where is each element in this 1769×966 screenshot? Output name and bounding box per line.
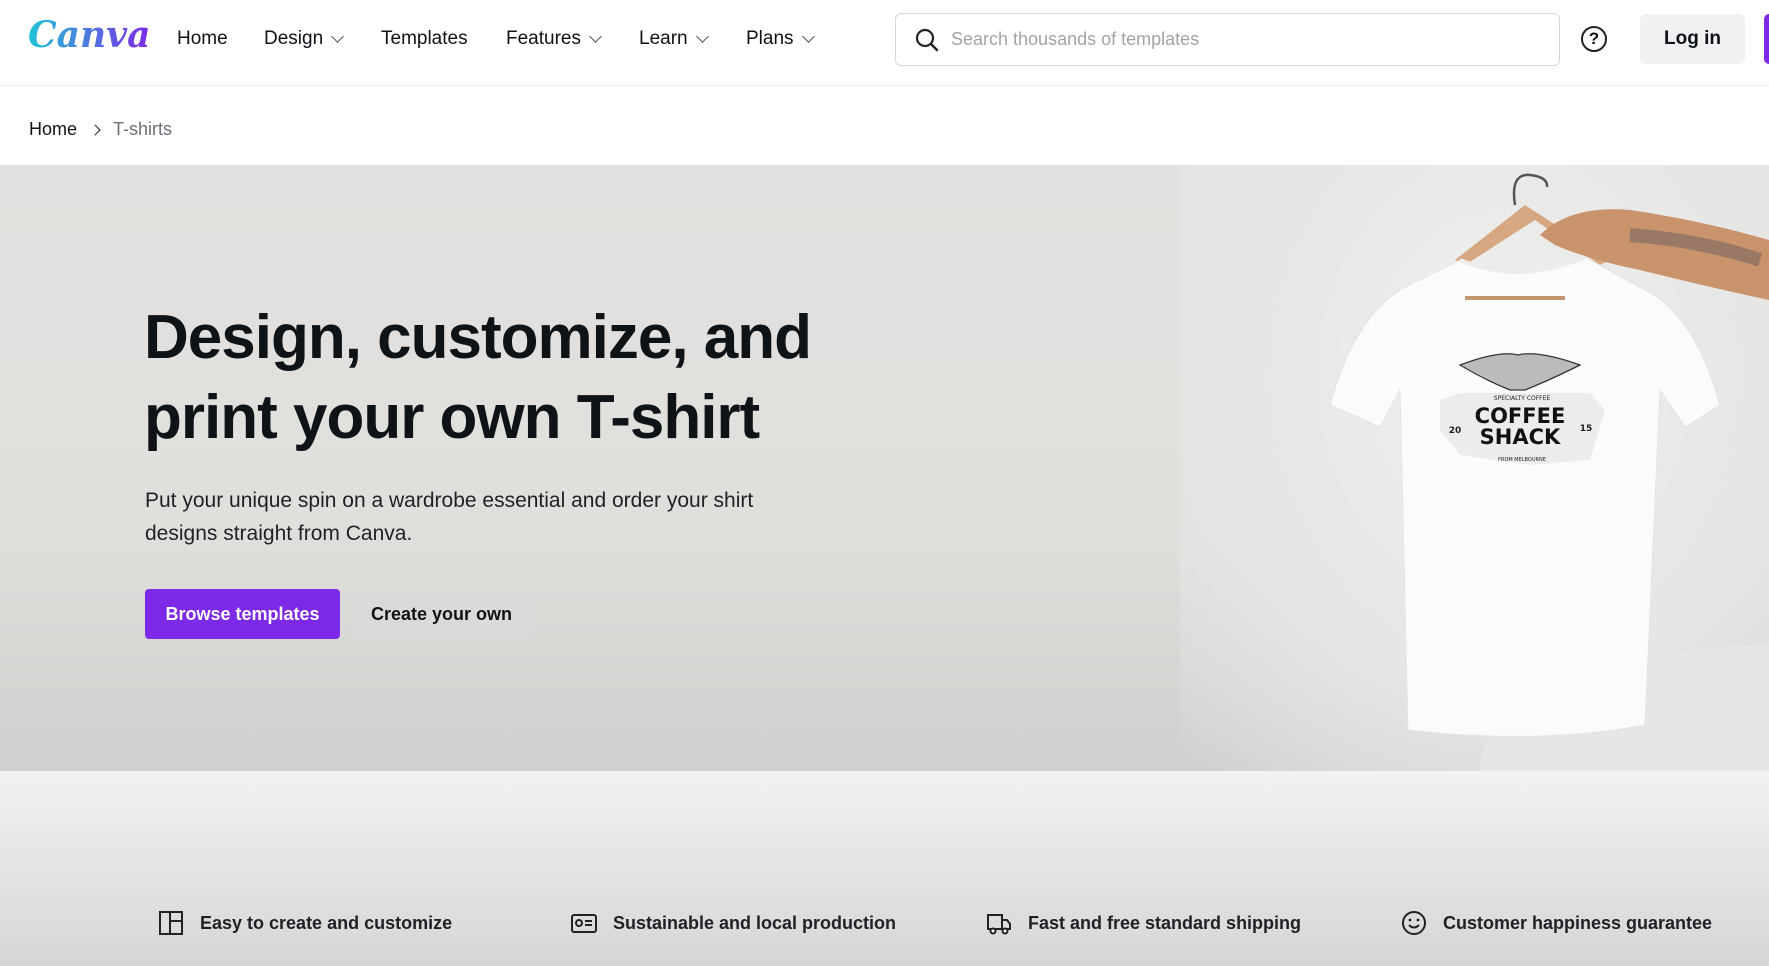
feature-item: Fast and free standard shipping <box>986 910 1301 936</box>
nav-label: Design <box>264 28 324 49</box>
features-strip <box>0 771 1769 966</box>
print-text: SHACK <box>1480 425 1561 449</box>
hero-title-line: print your own T-shirt <box>144 383 760 452</box>
chevron-down-icon <box>801 30 815 43</box>
nav-label: Features <box>506 28 581 49</box>
feature-item: Sustainable and local production <box>571 910 896 936</box>
breadcrumb-current: T-shirts <box>113 119 173 139</box>
print-text: 15 <box>1580 424 1593 434</box>
nav-templates[interactable]: Templates <box>381 28 468 50</box>
chevron-down-icon <box>589 30 602 43</box>
top-nav: Canva Home Design Templates Features Lea… <box>0 0 1769 86</box>
nav-label: Templates <box>381 28 468 49</box>
hero-section: SPECIALTY COFFEE COFFEE SHACK 20 15 FROM… <box>0 165 1769 771</box>
feature-label: Customer happiness guarantee <box>1443 912 1713 933</box>
breadcrumb: Home T-shirts <box>29 119 172 140</box>
search-box[interactable] <box>895 13 1560 66</box>
print-text: SPECIALTY COFFEE <box>1494 395 1551 402</box>
nav-home[interactable]: Home <box>177 28 228 50</box>
feature-label: Fast and free standard shipping <box>1028 912 1302 933</box>
print-text: FROM MELBOURNE <box>1498 457 1546 463</box>
search-input[interactable] <box>951 14 1541 64</box>
nav-label: Plans <box>746 28 794 49</box>
browse-templates-button[interactable]: Browse templates <box>145 589 340 639</box>
nav-learn[interactable]: Learn <box>639 28 709 50</box>
print-text: 20 <box>1449 426 1462 436</box>
chevron-right-icon <box>89 123 101 136</box>
feature-label: Sustainable and local production <box>613 912 897 933</box>
feature-item: Easy to create and customize <box>158 910 452 936</box>
canva-logo[interactable]: Canva <box>28 14 150 56</box>
help-icon[interactable]: ? <box>1581 26 1607 52</box>
tshirt-image: SPECIALTY COFFEE COFFEE SHACK 20 15 FROM… <box>1329 173 1769 737</box>
search-icon <box>915 28 939 52</box>
layout-icon <box>159 911 183 935</box>
chevron-down-icon <box>331 30 345 43</box>
chevron-down-icon <box>695 30 709 43</box>
nav-design[interactable]: Design <box>264 28 345 50</box>
hero-title: Design, customize, and print your own T-s… <box>144 298 1044 458</box>
hero-subtitle: Put your unique spin on a wardrobe essen… <box>145 489 754 545</box>
truck-icon <box>987 914 1011 935</box>
feature-label: Easy to create and customize <box>200 912 453 933</box>
create-your-own-button[interactable]: Create your own <box>351 589 532 639</box>
signup-button[interactable] <box>1764 14 1769 64</box>
id-card-icon <box>571 914 597 933</box>
nav-plans[interactable]: Plans <box>746 28 815 50</box>
feature-item: Customer happiness guarantee <box>1401 910 1712 936</box>
nav-label: Learn <box>639 28 688 49</box>
nav-features[interactable]: Features <box>506 28 602 50</box>
smile-icon <box>1402 911 1426 935</box>
breadcrumb-home[interactable]: Home <box>29 119 77 140</box>
login-button[interactable]: Log in <box>1640 14 1745 64</box>
nav-label: Home <box>177 28 228 49</box>
hero-title-line: Design, customize, and <box>144 303 812 372</box>
